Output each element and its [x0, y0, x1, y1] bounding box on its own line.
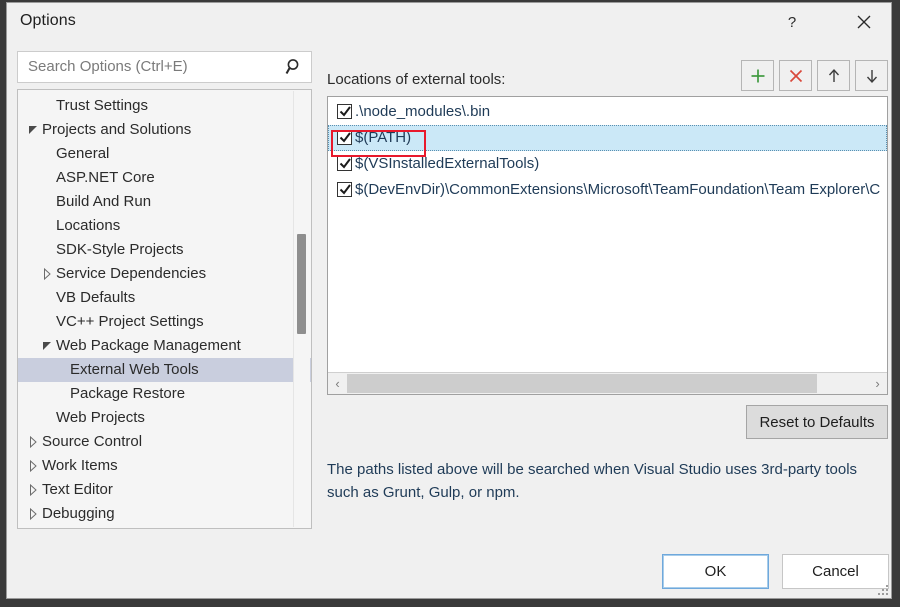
sidebar-item-label: Projects and Solutions: [42, 121, 192, 138]
location-checkbox[interactable]: [337, 156, 352, 171]
sidebar-item-label: Web Package Management: [56, 337, 241, 354]
chevron-collapsed-icon[interactable]: [26, 454, 40, 478]
location-row[interactable]: .\node_modules\.bin: [328, 99, 887, 125]
sidebar-item-sdk-style-projects[interactable]: SDK-Style Projects: [18, 238, 311, 262]
locations-caption: Locations of external tools:: [327, 71, 506, 88]
delete-location-button[interactable]: [779, 60, 812, 91]
chevron-collapsed-icon[interactable]: [26, 430, 40, 454]
search-input[interactable]: [26, 57, 280, 76]
scroll-left-arrow-icon[interactable]: ‹: [328, 373, 347, 394]
sidebar-item-source-control[interactable]: Source Control: [18, 430, 311, 454]
sidebar-item-label: Debugging: [42, 505, 115, 522]
sidebar-item-label: VC++ Project Settings: [56, 313, 204, 330]
move-down-button[interactable]: [855, 60, 888, 91]
resize-grip[interactable]: [875, 582, 888, 595]
sidebar-item-label: Locations: [56, 217, 121, 234]
locations-horizontal-scrollbar[interactable]: ‹ ›: [328, 372, 887, 394]
sidebar-item-label: Work Items: [42, 457, 118, 474]
search-box[interactable]: [17, 51, 312, 83]
sidebar-item-label: Web Projects: [56, 409, 145, 426]
options-tree[interactable]: Trust Settings Projects and Solutions Gene…: [17, 89, 312, 529]
sidebar-item-asp-net-core[interactable]: ASP.NET Core: [18, 166, 311, 190]
location-label: .\node_modules\.bin: [355, 103, 491, 120]
close-button[interactable]: [841, 3, 887, 40]
chevron-collapsed-icon[interactable]: [26, 478, 40, 502]
sidebar-item-web-package-management[interactable]: Web Package Management: [18, 334, 311, 358]
options-dialog: Options ? T: [6, 2, 892, 599]
ok-button[interactable]: OK: [662, 554, 769, 589]
close-icon: [841, 12, 887, 32]
tree-item-list: Trust Settings Projects and Solutions Gene…: [18, 94, 311, 526]
sidebar-item-label: General: [56, 145, 110, 162]
sidebar-item-trust-settings[interactable]: Trust Settings: [18, 94, 311, 118]
sidebar-item-text-editor[interactable]: Text Editor: [18, 478, 311, 502]
chevron-expanded-icon[interactable]: [26, 118, 40, 142]
horizontal-scrollbar-thumb[interactable]: [347, 374, 817, 393]
chevron-collapsed-icon[interactable]: [40, 262, 54, 286]
sidebar-item-build-and-run[interactable]: Build And Run: [18, 190, 311, 214]
sidebar-item-label: ASP.NET Core: [56, 169, 155, 186]
sidebar-item-label: External Web Tools: [70, 361, 199, 378]
move-up-button[interactable]: [817, 60, 850, 91]
sidebar-item-label: Service Dependencies: [56, 265, 207, 282]
location-checkbox[interactable]: [337, 182, 352, 197]
search-icon[interactable]: [283, 56, 305, 78]
sidebar-item-external-web-tools[interactable]: External Web Tools: [18, 358, 311, 382]
location-label: $(VSInstalledExternalTools): [355, 155, 540, 172]
sidebar-item-label: VB Defaults: [56, 289, 136, 306]
arrow-up-icon: [818, 66, 849, 86]
sidebar-item-label: SDK-Style Projects: [56, 241, 184, 258]
location-label: $(PATH): [355, 129, 412, 146]
sidebar-item-package-restore[interactable]: Package Restore: [18, 382, 311, 406]
chevron-collapsed-icon[interactable]: [26, 502, 40, 526]
title-bar: Options ?: [7, 3, 891, 41]
cancel-button[interactable]: Cancel: [782, 554, 889, 589]
location-row[interactable]: $(VSInstalledExternalTools): [328, 151, 887, 177]
sidebar-item-service-dependencies[interactable]: Service Dependencies: [18, 262, 311, 286]
arrow-down-icon: [856, 66, 887, 86]
location-label: $(DevEnvDir)\CommonExtensions\Microsoft\…: [355, 181, 881, 198]
window-title: Options: [20, 12, 76, 29]
sidebar-item-vc-project-settings[interactable]: VC++ Project Settings: [18, 310, 311, 334]
sidebar-item-web-projects[interactable]: Web Projects: [18, 406, 311, 430]
sidebar-item-label: Trust Settings: [56, 97, 148, 114]
question-mark-icon: ?: [769, 12, 815, 32]
tree-scrollbar[interactable]: [293, 91, 310, 527]
location-checkbox[interactable]: [337, 104, 352, 119]
locations-list: .\node_modules\.bin $(PATH) $(VSInstalledE…: [328, 99, 887, 203]
location-row[interactable]: $(DevEnvDir)\CommonExtensions\Microsoft\…: [328, 177, 887, 203]
sidebar-item-general[interactable]: General: [18, 142, 311, 166]
scroll-right-arrow-icon[interactable]: ›: [868, 373, 887, 394]
sidebar-item-label: Text Editor: [42, 481, 113, 498]
sidebar-item-label: Package Restore: [70, 385, 186, 402]
locations-listbox[interactable]: .\node_modules\.bin $(PATH) $(VSInstalledE…: [327, 96, 888, 395]
chevron-expanded-icon[interactable]: [40, 334, 54, 358]
tree-scrollbar-thumb[interactable]: [297, 234, 306, 334]
svg-text:?: ?: [788, 14, 796, 31]
sidebar-item-vb-defaults[interactable]: VB Defaults: [18, 286, 311, 310]
sidebar-item-label: Build And Run: [56, 193, 152, 210]
plus-icon: [742, 66, 773, 86]
sidebar-item-debugging[interactable]: Debugging: [18, 502, 311, 526]
reset-to-defaults-button[interactable]: Reset to Defaults: [746, 405, 888, 439]
location-row[interactable]: $(PATH): [328, 125, 887, 151]
description-text: The paths listed above will be searched …: [327, 461, 858, 501]
sidebar-item-work-items[interactable]: Work Items: [18, 454, 311, 478]
help-button[interactable]: ?: [769, 3, 815, 40]
close-x-icon: [780, 66, 811, 86]
sidebar-item-label: Source Control: [42, 433, 143, 450]
location-checkbox[interactable]: [337, 130, 352, 145]
add-location-button[interactable]: [741, 60, 774, 91]
sidebar-item-locations[interactable]: Locations: [18, 214, 311, 238]
sidebar-item-projects-and-solutions[interactable]: Projects and Solutions: [18, 118, 311, 142]
